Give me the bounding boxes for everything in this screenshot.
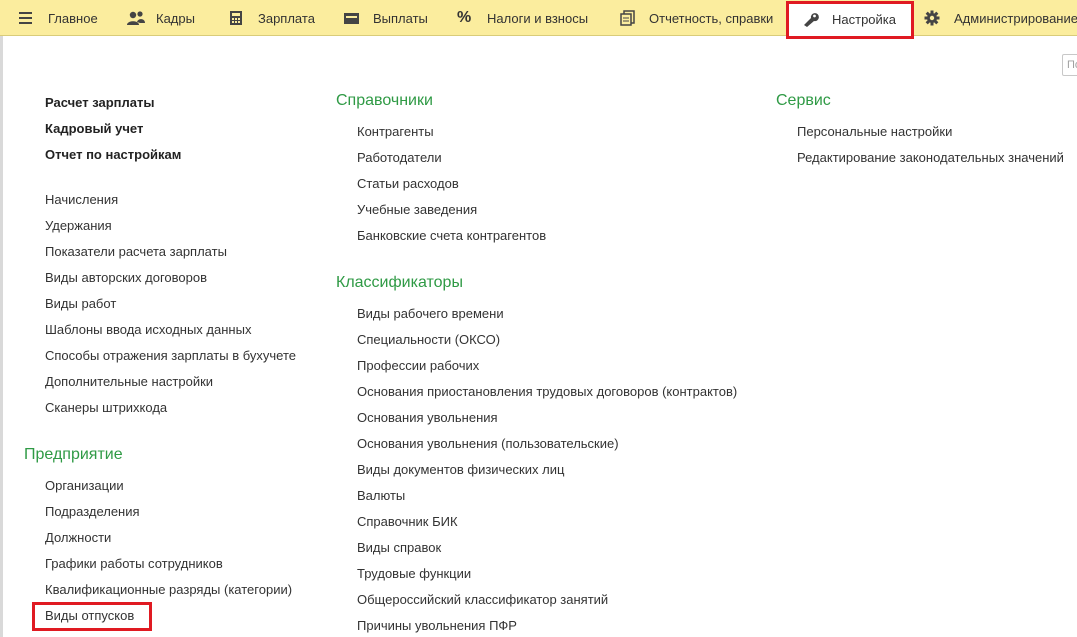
link-identity-document-types[interactable]: Виды документов физических лиц xyxy=(357,462,564,478)
link-payroll-calc[interactable]: Расчет зарплаты xyxy=(45,95,154,111)
group-service-title: Сервис xyxy=(776,92,831,109)
section-hr-label: Кадры xyxy=(156,10,195,26)
link-counterparty-bank-accounts[interactable]: Банковские счета контрагентов xyxy=(357,228,546,244)
reports-icon xyxy=(620,10,635,26)
link-dismissal-grounds[interactable]: Основания увольнения xyxy=(357,410,498,426)
section-payments-label: Выплаты xyxy=(373,10,428,26)
link-positions[interactable]: Должности xyxy=(45,530,111,546)
section-hr[interactable]: Кадры xyxy=(126,0,195,36)
hamburger-icon xyxy=(19,12,32,24)
link-input-templates[interactable]: Шаблоны ввода исходных данных xyxy=(45,322,251,338)
link-hr-records[interactable]: Кадровый учет xyxy=(45,121,143,137)
left-frame-border xyxy=(0,36,3,637)
gear-icon xyxy=(924,10,940,26)
section-taxes[interactable]: % Налоги и взносы xyxy=(457,0,588,36)
group-enterprise-title: Предприятие xyxy=(24,446,123,463)
link-labor-functions[interactable]: Трудовые функции xyxy=(357,566,471,582)
section-reports[interactable]: Отчетность, справки xyxy=(619,0,773,36)
link-employers[interactable]: Работодатели xyxy=(357,150,442,166)
link-worker-professions[interactable]: Профессии рабочих xyxy=(357,358,479,374)
link-dismissal-grounds-custom[interactable]: Основания увольнения (пользовательские) xyxy=(357,436,619,452)
link-work-types[interactable]: Виды работ xyxy=(45,296,116,312)
section-reports-label: Отчетность, справки xyxy=(649,10,774,26)
link-additional-settings[interactable]: Дополнительные настройки xyxy=(45,374,213,390)
search-placeholder: Поиск xyxy=(1067,59,1077,71)
link-occupation-classifier[interactable]: Общероссийский классификатор занятий xyxy=(357,592,608,608)
calculator-icon xyxy=(230,11,242,25)
link-work-time-types[interactable]: Виды рабочего времени xyxy=(357,306,504,322)
section-settings-label: Настройка xyxy=(832,11,896,27)
sections-panel: Главное Кадры Зарплата Выплаты % Налоги … xyxy=(0,0,1077,36)
link-qualification-grades[interactable]: Квалификационные разряды (категории) xyxy=(45,582,292,598)
people-icon xyxy=(127,11,145,25)
section-settings[interactable]: Настройка xyxy=(788,2,912,36)
link-specialties-okso[interactable]: Специальности (ОКСО) xyxy=(357,332,500,348)
section-main[interactable]: Главное xyxy=(18,0,98,36)
link-certificate-types[interactable]: Виды справок xyxy=(357,540,441,556)
link-currencies[interactable]: Валюты xyxy=(357,488,405,504)
section-salary-label: Зарплата xyxy=(258,10,315,26)
link-work-schedules[interactable]: Графики работы сотрудников xyxy=(45,556,223,572)
percent-icon: % xyxy=(457,9,472,26)
group-classifiers-title: Классификаторы xyxy=(336,274,463,291)
section-salary[interactable]: Зарплата xyxy=(228,0,315,36)
link-barcode-scanners[interactable]: Сканеры штрихкода xyxy=(45,400,167,416)
link-accounting-methods[interactable]: Способы отражения зарплаты в бухучете xyxy=(45,348,296,364)
link-settings-report[interactable]: Отчет по настройкам xyxy=(45,147,181,163)
link-departments[interactable]: Подразделения xyxy=(45,504,140,520)
section-main-label: Главное xyxy=(48,10,98,26)
link-deductions[interactable]: Удержания xyxy=(45,218,112,234)
link-pfr-dismissal-reasons[interactable]: Причины увольнения ПФР xyxy=(357,618,517,634)
link-vacation-types[interactable]: Виды отпусков xyxy=(45,608,134,624)
link-counterparties[interactable]: Контрагенты xyxy=(357,124,434,140)
search-input[interactable]: Поиск xyxy=(1062,54,1077,76)
link-legislative-values[interactable]: Редактирование законодательных значений xyxy=(797,150,1064,166)
link-expense-items[interactable]: Статьи расходов xyxy=(357,176,459,192)
link-accruals[interactable]: Начисления xyxy=(45,192,118,208)
link-payroll-indicators[interactable]: Показатели расчета зарплаты xyxy=(45,244,227,260)
group-references-title: Справочники xyxy=(336,92,433,109)
link-bic-directory[interactable]: Справочник БИК xyxy=(357,514,458,530)
link-organizations[interactable]: Организации xyxy=(45,478,124,494)
section-admin-label: Администрирование xyxy=(954,10,1077,26)
wallet-icon xyxy=(344,13,359,24)
link-educational-institutions[interactable]: Учебные заведения xyxy=(357,202,477,218)
section-admin[interactable]: Администрирование xyxy=(924,0,1077,36)
link-author-contracts[interactable]: Виды авторских договоров xyxy=(45,270,207,286)
link-contract-suspension-grounds[interactable]: Основания приостановления трудовых догов… xyxy=(357,384,737,400)
section-payments[interactable]: Выплаты xyxy=(343,0,428,36)
wrench-icon xyxy=(804,13,819,27)
section-taxes-label: Налоги и взносы xyxy=(487,10,589,26)
link-personal-settings[interactable]: Персональные настройки xyxy=(797,124,952,140)
